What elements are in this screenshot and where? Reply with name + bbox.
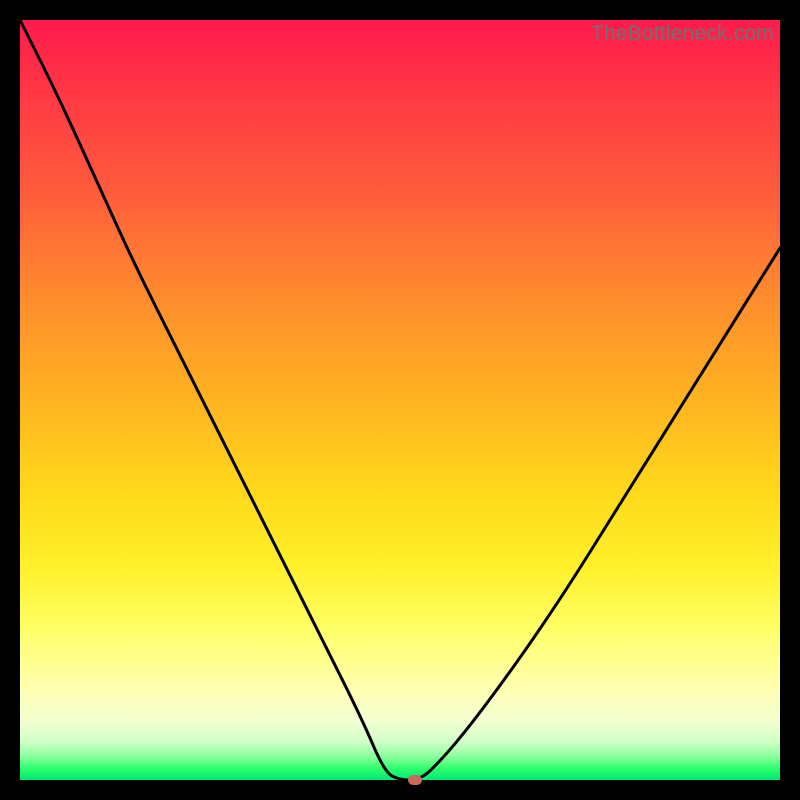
watermark-text: TheBottleneck.com xyxy=(591,22,774,46)
plot-area xyxy=(20,20,780,780)
chart-frame: TheBottleneck.com xyxy=(20,20,780,780)
optimum-marker xyxy=(408,775,422,785)
bottleneck-curve xyxy=(20,20,780,780)
